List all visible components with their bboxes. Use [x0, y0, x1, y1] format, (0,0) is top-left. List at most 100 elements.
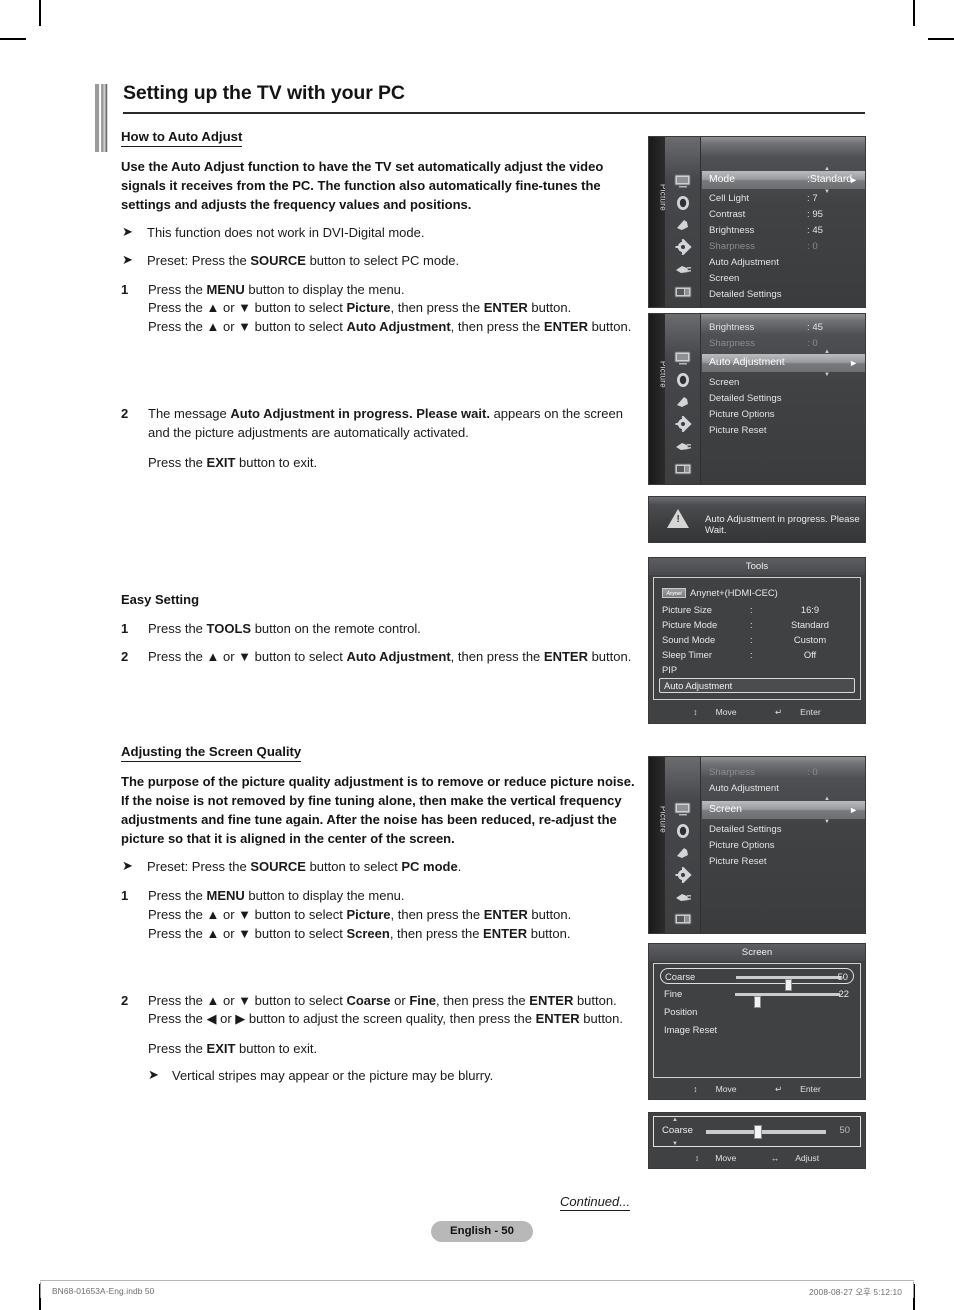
osd-screen-row-coarse[interactable]: Coarse 50: [660, 968, 854, 991]
title-rule: [123, 112, 865, 115]
osd-menu2-row-picture-reset[interactable]: Picture Reset: [702, 423, 865, 440]
input-plug-icon[interactable]: [673, 889, 693, 905]
osd-tools-row-pip[interactable]: PIP: [662, 662, 852, 677]
t: or: [390, 992, 410, 1008]
channel-hand-icon[interactable]: [673, 394, 693, 410]
osd-menu2-row-picture-options[interactable]: Picture Options: [702, 407, 865, 424]
osd-menu3-row-screen[interactable]: Screen ►: [702, 801, 865, 819]
osd-tools-row-picture-size[interactable]: Picture Size : 16:9: [662, 602, 852, 617]
osd-screen-row-image-reset[interactable]: Image Reset: [660, 1022, 854, 1038]
picture-icon[interactable]: [673, 350, 693, 366]
t: SOURCE: [250, 859, 306, 875]
osd-coarse-inner: ▲ Coarse ▼ 50: [653, 1116, 861, 1147]
t: Auto Adjustment: [346, 649, 451, 665]
t: , then press the: [389, 925, 484, 941]
osd-row-value: : 95: [807, 209, 824, 220]
adjust-arrows-icon: ↔: [770, 1153, 780, 1163]
t: Press the ◀ or ▶ button to adjust the sc…: [148, 1011, 536, 1027]
picture-icon[interactable]: [673, 801, 693, 817]
osd-menu1-row-screen[interactable]: Screen: [702, 271, 865, 288]
crop-mark-top-left-vertical: [39, 0, 41, 26]
support-icon[interactable]: [673, 284, 693, 300]
osd-menu1-row-mode[interactable]: Mode :Standard ►: [702, 171, 865, 189]
easy-setting-step-2: 2 Press the ▲ or ▼ button to select Auto…: [121, 648, 636, 667]
osd-footer-adjust: ↔ Adjust: [763, 1153, 827, 1163]
osd-menu2-row-screen[interactable]: Screen: [702, 375, 865, 392]
osd-row-label: Brightness: [709, 225, 755, 236]
osd-footer-label: Enter: [717, 1168, 738, 1169]
section-heading-adjusting-screen-quality: Adjusting the Screen Quality: [121, 744, 302, 763]
sound-icon[interactable]: [673, 195, 693, 211]
osd-tools-row-picture-mode[interactable]: Picture Mode : Standard: [662, 617, 852, 632]
osd-coarse-marker-up: ▲: [672, 1117, 678, 1123]
auto-adjust-step-2: 2 The message Auto Adjustment in progres…: [121, 405, 636, 473]
picture-icon[interactable]: [673, 173, 693, 189]
fine-slider-value: 22: [838, 988, 849, 999]
menu-button-label: MENU: [206, 281, 245, 297]
osd-menu3-row-picture-options[interactable]: Picture Options: [702, 838, 865, 855]
t: , then press the: [450, 649, 544, 665]
osd-menu3-row-detailed-settings[interactable]: Detailed Settings: [702, 822, 865, 839]
osd-row-label: Fine: [664, 988, 683, 999]
setup-gear-icon[interactable]: [673, 866, 693, 884]
channel-hand-icon[interactable]: [673, 217, 693, 233]
osd-menu3-items: Sharpness : 0 Auto Adjustment ▲ Screen ►…: [702, 757, 865, 933]
easy-setting-step-1-text: Press the TOOLS button on the remote con…: [148, 620, 636, 639]
osd-menu3-row-auto-adjustment[interactable]: Auto Adjustment: [702, 781, 865, 798]
t: Press the ▲ or ▼ button to select: [148, 992, 347, 1008]
osd-menu1-row-auto-adjustment[interactable]: Auto Adjustment: [702, 255, 865, 272]
osd-coarse-label: Coarse: [662, 1125, 693, 1136]
osd-row-label: Detailed Settings: [709, 393, 782, 404]
support-icon[interactable]: [673, 461, 693, 477]
enter-key-icon: ↵: [693, 1166, 700, 1168]
osd-picture-menu-auto-adjustment: Picture Brightness : 45 Sharpness: 0 ▲ …: [648, 313, 866, 485]
osd-menu1-row-contrast[interactable]: Contrast : 95: [702, 207, 865, 224]
t: Press the ▲ or ▼ button to select: [148, 649, 347, 665]
osd-row-label: Picture Mode: [662, 619, 718, 630]
osd-row-value: : 0: [807, 241, 818, 252]
osd-footer-enter: ↵ Enter: [766, 1084, 830, 1094]
setup-gear-icon[interactable]: [673, 415, 693, 433]
osd-tools-row-auto-adjustment-selected[interactable]: Auto Adjustment: [659, 678, 855, 693]
easy-setting-step-1-number: 1: [121, 620, 129, 636]
channel-hand-icon[interactable]: [673, 845, 693, 861]
osd-menu1-row-brightness[interactable]: Brightness : 45: [702, 223, 865, 240]
osd-row-label: Auto Adjustment: [709, 357, 785, 368]
input-plug-icon[interactable]: [673, 261, 693, 277]
osd-menu1-row-cell-light[interactable]: Cell Light : 7: [702, 191, 865, 208]
osd-footer-move: ↕ Move: [684, 707, 745, 717]
osd-row-label: Picture Options: [709, 409, 775, 420]
osd-menu1-row-detailed-settings[interactable]: Detailed Settings: [702, 287, 865, 304]
osd-menu3-row-picture-reset[interactable]: Picture Reset: [702, 854, 865, 871]
exit-key-icon: ⮌: [737, 720, 744, 723]
support-icon[interactable]: [673, 911, 693, 927]
screen-quality-step-2-line-2: Press the ◀ or ▶ button to adjust the sc…: [148, 1010, 636, 1029]
osd-menu2-row-auto-adjustment[interactable]: Auto Adjustment ►: [702, 354, 865, 372]
setup-gear-icon[interactable]: [673, 238, 693, 256]
sound-icon[interactable]: [673, 823, 693, 839]
coarse-bar-knob[interactable]: [754, 1125, 762, 1139]
fine-slider-track[interactable]: [735, 993, 840, 1008]
t: Picture: [346, 300, 391, 316]
osd-menu2-row-brightness[interactable]: Brightness : 45: [702, 320, 865, 337]
osd-tools-row-sleep-timer[interactable]: Sleep Timer : Off: [662, 647, 852, 662]
chevron-right-icon: ►: [849, 805, 858, 815]
osd-tools-row-anynet[interactable]: Anynet Anynet+(HDMI-CEC): [662, 585, 852, 600]
t: button to exit.: [235, 1041, 318, 1057]
osd-menu2-row-detailed-settings[interactable]: Detailed Settings: [702, 391, 865, 408]
page-number-badge: English - 50: [431, 1221, 533, 1242]
coarse-bar-track[interactable]: [706, 1130, 826, 1134]
input-plug-icon[interactable]: [673, 438, 693, 454]
osd-screen-row-fine[interactable]: Fine 22: [660, 986, 854, 1008]
osd-tools-row-sound-mode[interactable]: Sound Mode : Custom: [662, 632, 852, 647]
page-header: Setting up the TV with your PC: [95, 82, 865, 152]
osd-screen-row-position[interactable]: Position: [660, 1004, 854, 1020]
t: ENTER: [543, 649, 588, 665]
osd-footer-label: Return: [795, 1168, 821, 1169]
sound-icon[interactable]: [673, 372, 693, 388]
t: EXIT: [206, 1041, 236, 1057]
t: Auto Adjustment: [346, 319, 451, 335]
t: Screen: [346, 925, 390, 941]
